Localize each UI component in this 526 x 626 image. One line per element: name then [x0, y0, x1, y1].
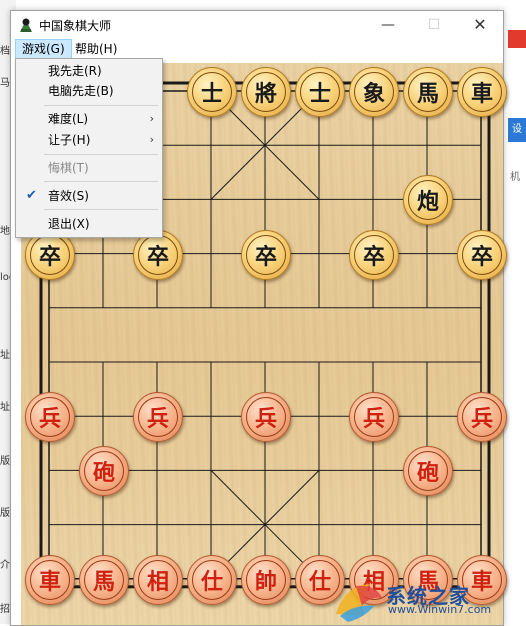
menu-bar: 游戏(G) 帮助(H) — [11, 39, 503, 59]
piece-label: 卒 — [30, 234, 70, 275]
piece-label: 兵 — [138, 397, 178, 438]
piece-label: 象 — [354, 72, 394, 112]
chevron-right-icon: › — [149, 133, 154, 146]
piece-r-shi-1[interactable]: 仕 — [187, 554, 237, 605]
menu-item-undo: 悔棋(T) — [16, 158, 162, 178]
menu-item-player-first[interactable]: 我先走(R) — [16, 61, 162, 81]
piece-r-bing-2[interactable]: 兵 — [133, 392, 183, 443]
piece-b-zu-3[interactable]: 卒 — [241, 229, 291, 280]
piece-b-ma-2[interactable]: 馬 — [403, 67, 453, 117]
bg-text: 机 — [510, 172, 520, 183]
piece-label: 卒 — [462, 234, 502, 275]
piece-r-ma-1[interactable]: 馬 — [79, 554, 129, 605]
piece-r-bing-5[interactable]: 兵 — [457, 392, 507, 443]
piece-r-bing-1[interactable]: 兵 — [25, 392, 75, 443]
piece-label: 相 — [138, 559, 178, 600]
piece-label: 士 — [300, 72, 340, 112]
menu-item-label: 音效(S) — [48, 189, 89, 203]
piece-label: 馬 — [408, 72, 448, 112]
chess-app-icon — [20, 18, 32, 32]
piece-label: 車 — [30, 559, 70, 600]
chevron-right-icon: › — [149, 112, 154, 125]
piece-label: 仕 — [192, 559, 232, 600]
menu-item-label: 难度(L) — [48, 112, 89, 126]
piece-label: 卒 — [138, 234, 178, 275]
piece-b-ju-2[interactable]: 車 — [457, 67, 507, 117]
menu-item-sound[interactable]: ✔ 音效(S) — [16, 186, 162, 206]
piece-label: 炮 — [408, 180, 448, 221]
piece-label: 士 — [192, 72, 232, 112]
piece-b-zu-5[interactable]: 卒 — [457, 229, 507, 280]
bg-red-block — [508, 30, 526, 48]
minimize-icon: — — [381, 17, 395, 33]
piece-label: 兵 — [462, 397, 502, 438]
maximize-icon: ☐ — [427, 17, 441, 33]
piece-label: 砲 — [84, 451, 124, 492]
piece-b-zu-4[interactable]: 卒 — [349, 229, 399, 280]
piece-r-xiang-1[interactable]: 相 — [133, 554, 183, 605]
minimize-button[interactable]: — — [365, 11, 411, 39]
menu-item-label: 退出(X) — [48, 217, 90, 231]
menu-item-handicap[interactable]: 让子(H) › — [16, 130, 162, 150]
checkmark-icon: ✔ — [26, 188, 37, 203]
menu-item-exit[interactable]: 退出(X) — [16, 214, 162, 234]
watermark-url: www.Winwin7.com — [388, 603, 492, 616]
piece-label: 卒 — [354, 234, 394, 275]
game-menu-dropdown: 我先走(R) 电脑先走(B) 难度(L) › 让子(H) › 悔棋(T) ✔ 音… — [15, 58, 163, 238]
piece-b-xiang-2[interactable]: 象 — [349, 67, 399, 117]
menu-separator — [44, 209, 158, 210]
maximize-button: ☐ — [411, 11, 457, 39]
piece-label: 車 — [462, 72, 502, 112]
title-bar[interactable]: 中国象棋大师 — ☐ ✕ — [11, 11, 503, 39]
piece-b-shi-1[interactable]: 士 — [187, 67, 237, 117]
piece-label: 兵 — [354, 397, 394, 438]
menu-item-computer-first[interactable]: 电脑先走(B) — [16, 81, 162, 101]
menu-separator — [44, 105, 158, 106]
piece-label: 兵 — [246, 397, 286, 438]
window-title: 中国象棋大师 — [39, 19, 112, 33]
menu-item-label: 悔棋(T) — [48, 161, 89, 175]
menu-separator — [44, 154, 158, 155]
close-button[interactable]: ✕ — [457, 11, 503, 39]
menu-separator — [44, 181, 158, 182]
piece-label: 將 — [246, 72, 286, 112]
piece-label: 馬 — [84, 559, 124, 600]
menu-help[interactable]: 帮助(H) — [69, 39, 123, 59]
piece-b-jiang[interactable]: 將 — [241, 67, 291, 117]
menu-item-label: 我先走(R) — [48, 64, 102, 78]
piece-label: 帥 — [246, 559, 286, 600]
close-icon: ✕ — [473, 15, 487, 34]
piece-label: 卒 — [246, 234, 286, 275]
piece-r-shuai[interactable]: 帥 — [241, 554, 291, 605]
menu-item-difficulty[interactable]: 难度(L) › — [16, 109, 162, 129]
menu-game[interactable]: 游戏(G) — [15, 39, 72, 59]
piece-r-bing-4[interactable]: 兵 — [349, 392, 399, 443]
bg-blue-block: 设 — [508, 118, 526, 142]
piece-r-bing-3[interactable]: 兵 — [241, 392, 291, 443]
piece-label: 砲 — [408, 451, 448, 492]
piece-label: 兵 — [30, 397, 70, 438]
menu-item-label: 让子(H) — [48, 133, 91, 147]
piece-r-ju-1[interactable]: 車 — [25, 554, 75, 605]
menu-item-label: 电脑先走(B) — [48, 84, 114, 98]
piece-b-shi-2[interactable]: 士 — [295, 67, 345, 117]
